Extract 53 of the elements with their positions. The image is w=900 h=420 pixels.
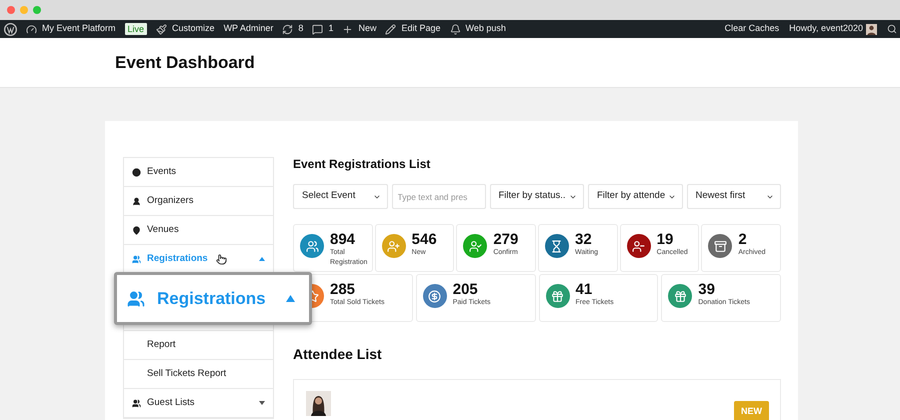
users-icon xyxy=(127,290,145,308)
admin-bar-link[interactable]: Edit Page xyxy=(401,22,440,36)
users-icon xyxy=(132,398,141,408)
stat-value: 205 xyxy=(452,281,479,298)
section-title: Attendee List xyxy=(293,345,383,364)
filter-dropdown[interactable]: Filter by attende xyxy=(588,184,682,209)
stat-value: 285 xyxy=(330,281,356,298)
pencil-icon xyxy=(385,24,396,34)
filter-dropdown[interactable]: Newest first xyxy=(686,184,781,209)
person-icon xyxy=(132,196,141,206)
search-field[interactable]: Type text and pres xyxy=(392,184,486,209)
pointer-cursor-icon xyxy=(216,254,227,264)
stat-value: 546 xyxy=(412,231,437,248)
stat-value: 41 xyxy=(576,281,594,298)
bell-icon xyxy=(450,24,460,34)
admin-bar-link[interactable]: Clear Caches xyxy=(724,22,780,36)
admin-bar-link[interactable]: New xyxy=(358,22,376,36)
stat-value: 2 xyxy=(738,231,748,248)
sidebar-item[interactable]: Venues xyxy=(124,216,273,245)
new-badge: NEW xyxy=(734,401,769,420)
pin-icon xyxy=(132,226,141,234)
stat-value: 32 xyxy=(574,231,593,248)
gauge-icon xyxy=(26,24,37,34)
stat-value: 894 xyxy=(330,231,356,248)
stat-value: 19 xyxy=(656,231,674,248)
sidebar-item[interactable]: Sell Tickets Report xyxy=(124,360,273,389)
avatar-icon[interactable] xyxy=(866,24,877,34)
admin-bar-link[interactable]: Howdy, event2020 xyxy=(789,22,863,36)
admin-bar-link[interactable]: Customize xyxy=(172,22,215,36)
filter-dropdown[interactable]: Select Event xyxy=(293,184,388,209)
admin-bar-link[interactable]: Web push xyxy=(466,22,506,36)
brush-icon xyxy=(156,24,168,34)
section-title: Event Registrations List xyxy=(293,157,432,171)
admin-bar-link[interactable]: 1 xyxy=(328,22,334,36)
sidebar-item[interactable]: Guest Lists xyxy=(124,389,273,418)
search-icon[interactable] xyxy=(887,24,897,34)
admin-bar-link[interactable]: 8 xyxy=(298,22,304,36)
admin-bar-link[interactable]: WP Adminer xyxy=(224,22,274,36)
filter-dropdown[interactable]: Filter by status.. xyxy=(490,184,584,209)
refresh-icon xyxy=(282,24,294,34)
stat-value: 39 xyxy=(698,281,716,298)
users-icon xyxy=(132,254,141,264)
stat-value: 279 xyxy=(493,231,518,248)
sidebar-item[interactable]: Report xyxy=(124,331,273,360)
sidebar-item[interactable]: Events xyxy=(124,158,273,187)
comment-icon xyxy=(312,24,324,34)
plus-icon xyxy=(342,24,354,34)
live-badge: Live xyxy=(124,23,148,35)
caret-up-icon xyxy=(286,295,295,302)
page-title: Event Dashboard xyxy=(115,52,255,74)
sidebar-item[interactable]: Organizers xyxy=(124,187,273,216)
admin-bar-link[interactable]: My Event Platform xyxy=(42,22,116,36)
wordpress-logo-icon[interactable] xyxy=(4,22,17,36)
